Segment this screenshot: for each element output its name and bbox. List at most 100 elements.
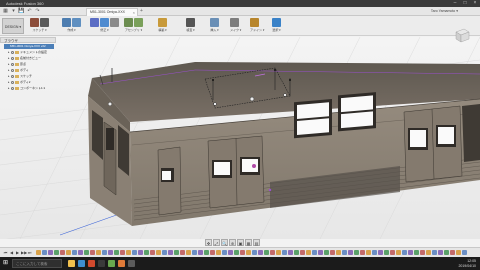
browser-tree-item[interactable]: ▸ 原点 [8, 62, 26, 67]
timeline-feature-icon[interactable] [366, 250, 371, 255]
timeline-feature-icon[interactable] [378, 250, 383, 255]
tool-icon[interactable] [40, 18, 49, 27]
timeline-feature-icon[interactable] [354, 250, 359, 255]
timeline-feature-icon[interactable] [426, 250, 431, 255]
timeline-feature-icon[interactable] [168, 250, 173, 255]
timeline-feature-icon[interactable] [324, 250, 329, 255]
browser-tree-item[interactable]: ▸ スケッチ [8, 74, 32, 79]
toolbar-group-label[interactable]: メイク ▾ [230, 28, 241, 32]
document-tab[interactable]: M51-3001 Omiya-XXX × [86, 8, 138, 16]
timeline-feature-icon[interactable] [108, 250, 113, 255]
timeline-feature-icon[interactable] [90, 250, 95, 255]
timeline-feature-icon[interactable] [162, 250, 167, 255]
timeline-feature-icon[interactable] [330, 250, 335, 255]
viewports-icon[interactable]: ▤ [253, 239, 260, 246]
taskbar-app-icon[interactable] [88, 260, 95, 267]
tool-icon[interactable] [230, 18, 239, 27]
timeline-feature-icon[interactable] [42, 250, 47, 255]
timeline-feature-icon[interactable] [192, 250, 197, 255]
timeline-next-icon[interactable]: ▶▶ [21, 250, 27, 255]
timeline-feature-icon[interactable] [60, 250, 65, 255]
toolbar-group-label[interactable]: スケッチ ▾ [30, 28, 49, 32]
visibility-eye-icon[interactable] [11, 68, 14, 72]
timeline-first-icon[interactable]: ⏮ [3, 250, 8, 255]
orbit-icon[interactable]: ✥ [205, 239, 212, 246]
toolbar-group[interactable]: 挿入 ▾ [210, 18, 219, 35]
toolbar-group[interactable]: アセンブリ ▾ [124, 18, 143, 35]
timeline-feature-icon[interactable] [72, 250, 77, 255]
data-panel-icon[interactable]: ▦ [2, 8, 9, 15]
toolbar-group-label[interactable]: アセンブリ ▾ [124, 28, 143, 32]
timeline-feature-icon[interactable] [336, 250, 341, 255]
toolbar-group-label[interactable]: 構築 ▾ [158, 28, 167, 32]
tool-icon[interactable] [134, 18, 143, 27]
toolbar-group[interactable]: 作成 ▾ [62, 18, 81, 35]
timeline-feature-icon[interactable] [150, 250, 155, 255]
grid-settings-icon[interactable]: ▦ [245, 239, 252, 246]
timeline-feature-icon[interactable] [240, 250, 245, 255]
display-settings-icon[interactable]: ▣ [237, 239, 244, 246]
taskbar-app-icon[interactable] [128, 260, 135, 267]
close-window-button[interactable]: × [470, 0, 480, 7]
timeline-feature-icon[interactable] [138, 250, 143, 255]
timeline-feature-icon[interactable] [462, 250, 467, 255]
toolbar-group-label[interactable]: 選択 ▾ [272, 28, 281, 32]
timeline-feature-icon[interactable] [432, 250, 437, 255]
timeline-feature-icon[interactable] [414, 250, 419, 255]
timeline-feature-icon[interactable] [144, 250, 149, 255]
timeline-feature-icon[interactable] [312, 250, 317, 255]
system-tray-clock[interactable]: 12:05 2019/04/10 [458, 259, 476, 268]
timeline-feature-icon[interactable] [348, 250, 353, 255]
timeline-play-icon[interactable]: ▶ [15, 250, 20, 255]
toolbar-group-label[interactable]: 作成 ▾ [62, 28, 81, 32]
visibility-eye-icon[interactable] [11, 50, 14, 54]
redo-icon[interactable]: ↷ [34, 8, 41, 15]
maximize-button[interactable]: □ [460, 0, 470, 7]
tool-icon[interactable] [62, 18, 71, 27]
toolbar-group-label[interactable]: アドイン ▾ [250, 28, 264, 32]
timeline-feature-icon[interactable] [282, 250, 287, 255]
timeline-feature-icon[interactable] [420, 250, 425, 255]
timeline-feature-icon[interactable] [234, 250, 239, 255]
tool-icon[interactable] [250, 18, 259, 27]
tool-icon[interactable] [272, 18, 281, 27]
browser-tree-item[interactable]: ▸ コンポーネント1:1 [8, 86, 45, 91]
timeline-feature-icon[interactable] [78, 250, 83, 255]
tool-icon[interactable] [186, 18, 195, 27]
timeline-feature-icon[interactable] [54, 250, 59, 255]
timeline-feature-icon[interactable] [270, 250, 275, 255]
timeline-feature-icon[interactable] [444, 250, 449, 255]
visibility-eye-icon[interactable] [11, 80, 14, 84]
timeline-feature-icon[interactable] [276, 250, 281, 255]
browser-root-component[interactable]: M51-3001 Omiya-XXX v22 [4, 44, 54, 49]
timeline-prev-icon[interactable]: ◀ [9, 250, 14, 255]
timeline-last-icon[interactable]: ⏭ [27, 250, 32, 255]
timeline-feature-icon[interactable] [450, 250, 455, 255]
timeline-feature-icon[interactable] [306, 250, 311, 255]
undo-icon[interactable]: ↶ [26, 8, 33, 15]
taskbar-search-box[interactable]: ここに入力して検索 [12, 259, 62, 268]
file-menu-chevron-icon[interactable]: ▾ [10, 8, 17, 15]
timeline-feature-icon[interactable] [186, 250, 191, 255]
timeline-feature-icon[interactable] [438, 250, 443, 255]
timeline-feature-icon[interactable] [210, 250, 215, 255]
visibility-eye-icon[interactable] [11, 56, 14, 60]
timeline-feature-icon[interactable] [120, 250, 125, 255]
toolbar-group[interactable]: 修正 ▾ [90, 18, 119, 35]
visibility-eye-icon[interactable] [11, 62, 14, 66]
timeline-feature-icon[interactable] [126, 250, 131, 255]
tool-icon[interactable] [100, 18, 109, 27]
model-canvas[interactable] [0, 37, 480, 239]
timeline-feature-icon[interactable] [252, 250, 257, 255]
timeline-feature-icon[interactable] [360, 250, 365, 255]
taskbar-app-icon[interactable] [108, 260, 115, 267]
timeline-feature-icon[interactable] [456, 250, 461, 255]
timeline-feature-icon[interactable] [264, 250, 269, 255]
visibility-eye-icon[interactable] [11, 86, 14, 90]
tool-icon[interactable] [158, 18, 167, 27]
tool-icon[interactable] [90, 18, 99, 27]
zoom-icon[interactable]: 🔍 [221, 239, 228, 246]
timeline-feature-icon[interactable] [384, 250, 389, 255]
timeline-feature-icon[interactable] [216, 250, 221, 255]
timeline-feature-icon[interactable] [174, 250, 179, 255]
